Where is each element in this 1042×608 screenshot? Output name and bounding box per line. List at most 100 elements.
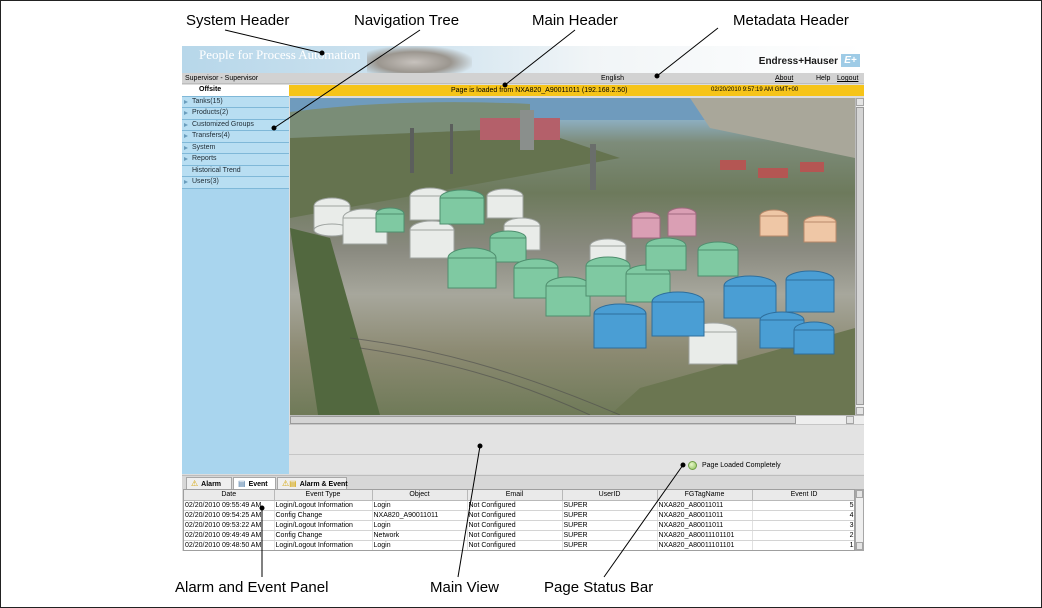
cell-date: 02/20/2010 09:48:50 AM — [184, 540, 275, 550]
tab-label: Event — [248, 481, 268, 488]
expand-arrow-icon[interactable] — [184, 122, 188, 127]
expand-arrow-icon[interactable] — [184, 111, 188, 115]
nav-item-label: Customized Groups — [192, 120, 254, 128]
cell-fgtagname: NXA820_A80011011 — [657, 510, 753, 521]
expand-arrow-icon[interactable] — [184, 180, 188, 184]
nav-item-historical-trend[interactable]: Historical Trend — [182, 165, 289, 177]
cell-userid: SUPER — [562, 530, 658, 541]
language-selector[interactable]: English — [601, 73, 624, 84]
main-view-image[interactable] — [290, 98, 855, 415]
column-header-event-id[interactable]: Event ID — [752, 490, 854, 501]
table-row[interactable]: 02/20/2010 09:49:49 AM Config Change Net… — [184, 530, 854, 541]
column-header-object[interactable]: Object — [372, 490, 468, 501]
cell-fgtagname: NXA820_A80011101101 — [657, 540, 753, 550]
status-ok-icon — [688, 461, 697, 470]
app-window: People for Process Automation Endress+Ha… — [182, 46, 864, 551]
main-header: Page is loaded from NXA820_A90011011 (19… — [289, 85, 864, 96]
callout-navigation-tree: Navigation Tree — [354, 12, 460, 29]
main-view-vertical-scrollbar[interactable] — [855, 98, 864, 415]
header-timestamp: 02/20/2010 9:57:19 AM GMT+00 — [711, 87, 799, 93]
scroll-up-arrow-icon[interactable] — [856, 98, 864, 106]
tab-label: Alarm — [201, 481, 222, 488]
cell-date: 02/20/2010 09:53:22 AM — [184, 520, 275, 531]
cell-userid: SUPER — [562, 520, 658, 531]
scroll-up-arrow-icon[interactable] — [856, 490, 863, 498]
table-row[interactable]: 02/20/2010 09:54:25 AM Config Change NXA… — [184, 510, 854, 521]
tank-farm-photo — [290, 98, 855, 415]
help-link[interactable]: Help — [816, 73, 830, 84]
brand-name: Endress+Hauser — [758, 56, 838, 67]
cell-date: 02/20/2010 09:49:49 AM — [184, 530, 275, 541]
expand-arrow-icon[interactable] — [184, 134, 188, 138]
table-row[interactable]: 02/20/2010 09:48:50 AM Login/Logout Info… — [184, 540, 854, 550]
cell-userid: SUPER — [562, 510, 658, 521]
horizontal-scroll-thumb[interactable] — [290, 416, 796, 424]
callout-system-header: System Header — [186, 12, 290, 29]
current-user: Supervisor - Supervisor — [185, 75, 259, 82]
callout-page-status-bar: Page Status Bar — [544, 579, 654, 596]
column-header-date[interactable]: Date — [184, 490, 275, 501]
expand-arrow-icon[interactable] — [184, 157, 188, 161]
nav-item-reports[interactable]: Reports — [182, 154, 289, 166]
nav-item-transfers[interactable]: Transfers(4) — [182, 131, 289, 143]
table-row[interactable]: 02/20/2010 09:53:22 AM Login/Logout Info… — [184, 520, 854, 531]
cell-event-id: 1 — [752, 540, 854, 550]
cell-fgtagname: NXA820_A80011011 — [657, 520, 753, 531]
main-view-horizontal-scrollbar[interactable] — [290, 415, 864, 424]
column-header-userid[interactable]: UserID — [562, 490, 658, 501]
column-header-event-type[interactable]: Event Type — [274, 490, 373, 501]
nav-item-label: Offsite — [199, 86, 222, 93]
navigation-tree: Offsite Tanks(15) Products(2) Customized… — [182, 85, 289, 474]
cell-email: Not Configured — [467, 540, 563, 550]
header-photo — [367, 46, 472, 73]
logout-link[interactable]: Logout — [837, 73, 858, 84]
column-header-fgtagname[interactable]: FGTagName — [657, 490, 753, 501]
cell-event-type: Config Change — [274, 510, 373, 521]
cell-event-type: Login/Logout Information — [274, 540, 373, 550]
scroll-right-arrow-icon[interactable] — [846, 416, 854, 424]
page-source-message: Page is loaded from NXA820_A90011011 (19… — [451, 87, 628, 94]
expand-arrow-icon[interactable] — [184, 99, 188, 104]
cell-event-id: 5 — [752, 500, 854, 511]
nav-item-products[interactable]: Products(2) — [182, 108, 289, 120]
event-table-scrollbar[interactable] — [855, 489, 864, 551]
nav-item-customized-groups[interactable]: Customized Groups — [182, 119, 289, 131]
expand-arrow-icon[interactable] — [184, 145, 188, 150]
cell-object: NXA820_A90011011 — [372, 510, 468, 521]
scroll-down-arrow-icon[interactable] — [856, 542, 863, 550]
cell-object: Login — [372, 540, 468, 550]
nav-item-users[interactable]: Users(3) — [182, 177, 289, 189]
cell-date: 02/20/2010 09:54:25 AM — [184, 510, 275, 521]
cell-email: Not Configured — [467, 520, 563, 531]
callout-main-view: Main View — [430, 579, 499, 596]
nav-item-label: Historical Trend — [192, 166, 241, 174]
cell-event-id: 2 — [752, 530, 854, 541]
about-link[interactable]: About — [775, 73, 793, 84]
table-row[interactable]: 02/20/2010 09:55:49 AM Login/Logout Info… — [184, 500, 854, 511]
tab-label: Alarm & Event — [299, 481, 348, 488]
column-header-email[interactable]: Email — [467, 490, 563, 501]
cell-fgtagname: NXA820_A80011011 — [657, 500, 753, 511]
divider — [289, 454, 864, 455]
nav-item-tanks[interactable]: Tanks(15) — [182, 96, 289, 108]
nav-item-offsite[interactable]: Offsite — [182, 85, 289, 97]
nav-item-label: Products(2) — [192, 109, 229, 116]
scroll-down-arrow-icon[interactable] — [856, 407, 864, 415]
table-header-row: Date Event Type Object Email UserID FGTa… — [184, 490, 854, 501]
callout-metadata-header: Metadata Header — [733, 12, 849, 29]
callout-alarm-event-panel: Alarm and Event Panel — [175, 579, 329, 596]
cell-object: Login — [372, 500, 468, 511]
nav-item-label: Transfers(4) — [192, 132, 230, 139]
vertical-scroll-thumb[interactable] — [856, 107, 864, 405]
nav-item-system[interactable]: System — [182, 142, 289, 154]
cell-event-type: Config Change — [274, 530, 373, 541]
nav-item-label: Users(3) — [192, 178, 219, 185]
nav-item-label: System — [192, 143, 216, 151]
system-title: People for Process Automation — [199, 47, 361, 62]
cell-event-id: 4 — [752, 510, 854, 521]
metadata-header: Supervisor - Supervisor English About He… — [182, 73, 864, 84]
cell-email: Not Configured — [467, 510, 563, 521]
nav-item-label: Reports — [192, 155, 217, 162]
cell-event-type: Login/Logout Information — [274, 520, 373, 531]
page-status-text: Page Loaded Completely — [702, 462, 781, 469]
